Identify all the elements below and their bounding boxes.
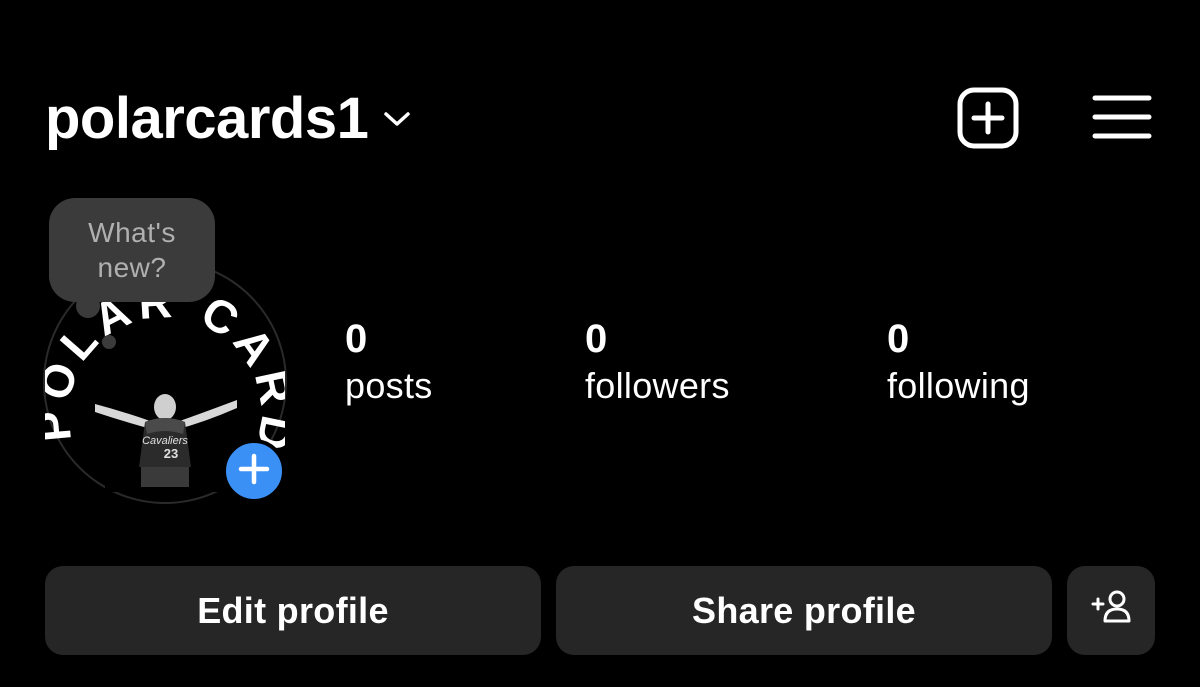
profile-header: polarcards1: [0, 0, 1200, 200]
followers-label: followers: [585, 365, 730, 406]
posts-label: posts: [345, 365, 433, 406]
note-bubble[interactable]: What's new?: [49, 198, 215, 302]
following-label: following: [887, 365, 1030, 406]
note-bubble-dot: [102, 335, 116, 349]
following-count: 0: [887, 317, 910, 361]
chevron-down-icon[interactable]: [382, 104, 412, 134]
edit-profile-button[interactable]: Edit profile: [45, 566, 541, 655]
plus-icon: [237, 452, 271, 491]
followers-count: 0: [585, 317, 608, 361]
share-profile-button[interactable]: Share profile: [556, 566, 1052, 655]
followers-stat[interactable]: 0 followers: [585, 316, 730, 410]
note-line-2: new?: [97, 252, 167, 283]
note-line-1: What's: [88, 217, 176, 248]
player-figure: Cavaliers 23: [95, 394, 237, 492]
username[interactable]: polarcards1: [45, 82, 369, 156]
account-switcher[interactable]: polarcards1: [45, 82, 412, 156]
note-bubble-tail: [76, 294, 100, 318]
add-person-icon: [1089, 588, 1133, 633]
add-story-button[interactable]: [222, 439, 286, 503]
discover-people-button[interactable]: [1067, 566, 1155, 655]
posts-stat[interactable]: 0 posts: [345, 316, 433, 410]
jersey-number: 23: [164, 446, 178, 461]
posts-count: 0: [345, 317, 368, 361]
hamburger-menu-icon[interactable]: [1092, 92, 1152, 142]
plus-square-icon[interactable]: [956, 86, 1020, 150]
following-stat[interactable]: 0 following: [887, 316, 1030, 410]
